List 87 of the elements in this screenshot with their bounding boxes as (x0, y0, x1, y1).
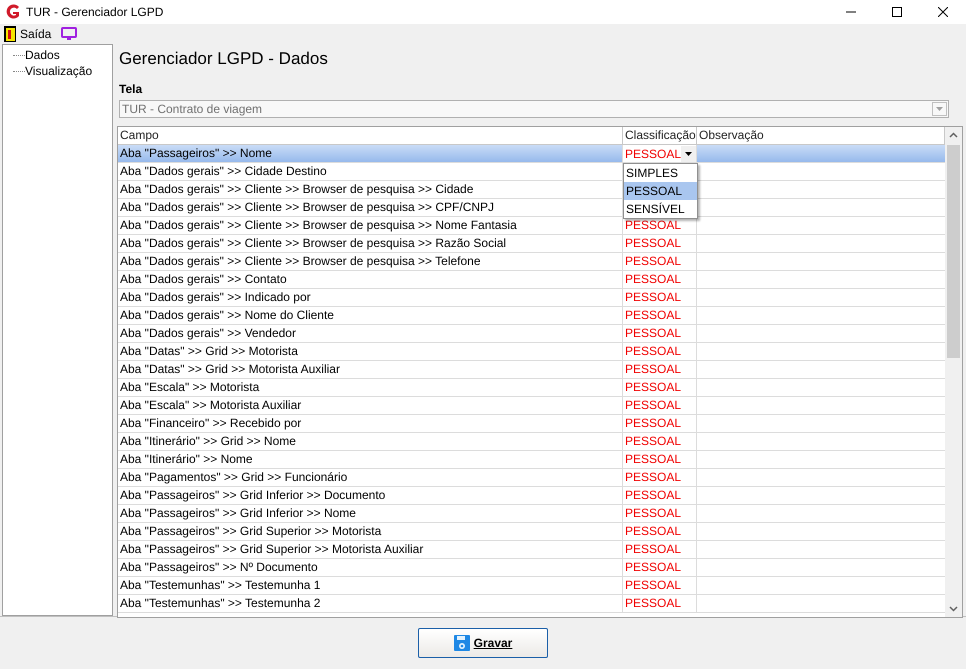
column-header[interactable]: Classificação (623, 127, 697, 144)
maximize-icon (892, 7, 902, 17)
table-cell: Aba "Passageiros" >> Grid Inferior >> Documento (118, 487, 623, 504)
table-row[interactable]: Aba "Passageiros" >> Grid Inferior >> Documento PESSOAL (118, 487, 945, 505)
table-cell: PESSOAL (623, 559, 697, 576)
door-icon (4, 26, 16, 42)
table-cell: PESSOAL (623, 487, 697, 504)
table-cell: Aba "Passageiros" >> Grid Superior >> Motorista (118, 523, 623, 540)
table-row[interactable]: Aba "Escala" >> Motorista Auxiliar PESSOAL (118, 397, 945, 415)
table-cell: Aba "Dados gerais" >> Contato (118, 271, 623, 288)
dropdown-option[interactable]: SENSÍVEL (624, 200, 697, 218)
table-cell: Aba "Dados gerais" >> Indicado por (118, 289, 623, 306)
table-cell: Aba "Testemunhas" >> Testemunha 1 (118, 577, 623, 594)
vertical-scrollbar[interactable] (945, 127, 962, 617)
tela-select[interactable]: TUR - Contrato de viagem (119, 100, 949, 118)
column-header[interactable]: Campo (118, 127, 623, 144)
table-cell: PESSOAL (623, 343, 697, 360)
table-cell: PESSOAL (623, 577, 697, 594)
save-button[interactable]: Gravar (418, 628, 548, 658)
field-label: Tela (119, 81, 144, 98)
table-cell: Aba "Escala" >> Motorista (118, 379, 623, 396)
table-row[interactable]: Aba "Testemunhas" >> Testemunha 1 PESSOAL (118, 577, 945, 595)
classification-editor[interactable]: PESSOAL (623, 145, 697, 162)
table-row[interactable]: Aba "Dados gerais" >> Vendedor PESSOAL (118, 325, 945, 343)
table-row[interactable]: Aba "Passageiros" >> Nome PESSOAL (118, 145, 945, 163)
table-cell: Aba "Itinerário" >> Grid >> Nome (118, 433, 623, 450)
table-cell: PESSOAL (623, 415, 697, 432)
table-cell: Aba "Datas" >> Grid >> Motorista Auxiliar (118, 361, 623, 378)
table-row[interactable]: Aba "Passageiros" >> Grid Inferior >> Nome PESSOAL (118, 505, 945, 523)
table-row[interactable]: Aba "Escala" >> Motorista PESSOAL (118, 379, 945, 397)
table-cell: PESSOAL (623, 523, 697, 540)
table-row[interactable]: Aba "Dados gerais" >> Contato PESSOAL (118, 271, 945, 289)
monitor-icon (61, 27, 78, 41)
table-cell: PESSOAL (623, 451, 697, 468)
dropdown-option[interactable]: PESSOAL (624, 182, 697, 200)
table-cell: Aba "Escala" >> Motorista Auxiliar (118, 397, 623, 414)
table-cell: PESSOAL (623, 595, 697, 612)
table-cell: Aba "Dados gerais" >> Cliente >> Browser de pesquisa >> Telefone (118, 253, 623, 270)
table-row[interactable]: Aba "Itinerário" >> Nome PESSOAL (118, 451, 945, 469)
table-cell: Aba "Dados gerais" >> Vendedor (118, 325, 623, 342)
table-cell: Aba "Dados gerais" >> Nome do Cliente (118, 307, 623, 324)
table-row[interactable]: Aba "Dados gerais" >> Nome do Cliente PESSOAL (118, 307, 945, 325)
table-row[interactable]: Aba "Passageiros" >> Grid Superior >> Motorista Auxiliar PESSOAL (118, 541, 945, 559)
page-heading: Gerenciador LGPD - Dados (119, 48, 329, 70)
table-cell: PESSOAL (623, 397, 697, 414)
dropdown-arrow-icon (685, 152, 692, 156)
table-cell: Aba "Pagamentos" >> Grid >> Funcionário (118, 469, 623, 486)
tree-item[interactable]: Visualização (25, 63, 92, 79)
close-icon (938, 7, 948, 17)
table-row[interactable]: Aba "Passageiros" >> Grid Superior >> Motorista PESSOAL (118, 523, 945, 541)
table-cell: Aba "Passageiros" >> Grid Inferior >> Nome (118, 505, 623, 522)
table-row[interactable]: Aba "Datas" >> Grid >> Motorista PESSOAL (118, 343, 945, 361)
table-cell: Aba "Passageiros" >> Grid Superior >> Motorista Auxiliar (118, 541, 623, 558)
table-cell: Aba "Datas" >> Grid >> Motorista (118, 343, 623, 360)
table-cell: PESSOAL (623, 325, 697, 342)
table-cell: PESSOAL (623, 235, 697, 252)
table-cell: PESSOAL (623, 505, 697, 522)
table-row[interactable]: Aba "Dados gerais" >> Cliente >> Browser de pesquisa >> Telefone PESSOAL (118, 253, 945, 271)
table-row[interactable]: Aba "Datas" >> Grid >> Motorista Auxiliar PESSOAL (118, 361, 945, 379)
table-cell: PESSOAL (623, 361, 697, 378)
table-row[interactable]: Aba "Passageiros" >> Nº Documento PESSOAL (118, 559, 945, 577)
table-row[interactable]: Aba "Testemunhas" >> Testemunha 2 PESSOAL (118, 595, 945, 613)
tree-item[interactable]: Dados (25, 47, 60, 63)
table-row[interactable]: Aba "Financeiro" >> Recebido por PESSOAL (118, 415, 945, 433)
table-cell: PESSOAL (623, 271, 697, 288)
table-row[interactable]: Aba "Dados gerais" >> Indicado por PESSOAL (118, 289, 945, 307)
table-row[interactable]: Aba "Itinerário" >> Grid >> Nome PESSOAL (118, 433, 945, 451)
table-cell: Aba "Passageiros" >> Nº Documento (118, 559, 623, 576)
table-cell: PESSOAL (623, 469, 697, 486)
table-cell: Aba "Dados gerais" >> Cliente >> Browser de pesquisa >> Razão Social (118, 235, 623, 252)
window-title: TUR - Gerenciador LGPD (26, 4, 164, 21)
table-row[interactable]: Aba "Pagamentos" >> Grid >> Funcionário PESSOAL (118, 469, 945, 487)
table-cell: PESSOAL (623, 433, 697, 450)
dropdown-arrow-icon (936, 107, 943, 111)
table-cell: Aba "Testemunhas" >> Testemunha 2 (118, 595, 623, 612)
dropdown-option[interactable]: SIMPLES (624, 164, 697, 182)
exit-button[interactable]: Saída (4, 25, 52, 43)
table-cell: PESSOAL (623, 541, 697, 558)
table-cell: PESSOAL (623, 289, 697, 306)
app-logo-icon (5, 4, 21, 20)
table-row[interactable]: Aba "Dados gerais" >> Cliente >> Browser de pesquisa >> Razão Social PESSOAL (118, 235, 945, 253)
table-cell: PESSOAL (623, 253, 697, 270)
table-cell: Aba "Itinerário" >> Nome (118, 451, 623, 468)
table-cell: PESSOAL (623, 379, 697, 396)
table-cell: Aba "Financeiro" >> Recebido por (118, 415, 623, 432)
monitor-button[interactable] (61, 27, 78, 41)
table-cell: PESSOAL (623, 307, 697, 324)
